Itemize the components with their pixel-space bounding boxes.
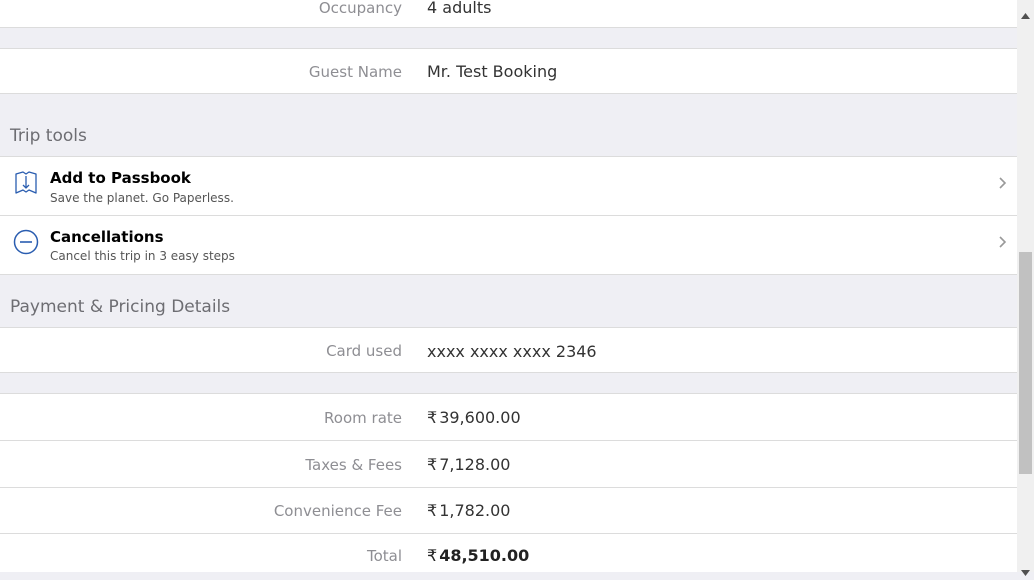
scroll-up-arrow-icon[interactable] (1021, 4, 1030, 19)
cancellations-title: Cancellations (50, 228, 164, 246)
add-to-passbook-row[interactable]: Add to Passbook Save the planet. Go Pape… (0, 156, 1017, 216)
vertical-scrollbar[interactable] (1017, 0, 1034, 576)
pricing-row-taxes: Taxes & Fees ₹7,128.00 (0, 441, 1017, 488)
room-rate-value: ₹39,600.00 (427, 408, 521, 427)
minus-circle-icon (13, 229, 39, 255)
total-value: ₹48,510.00 (427, 546, 529, 565)
convenience-fee-amount: 1,782.00 (439, 501, 511, 520)
pricing-row-room-rate: Room rate ₹39,600.00 (0, 393, 1017, 441)
occupancy-label: Occupancy (318, 0, 402, 17)
total-label: Total (366, 547, 402, 565)
occupancy-row: Occupancy 4 adults (0, 0, 1017, 28)
cancellations-subtitle: Cancel this trip in 3 easy steps (50, 249, 235, 263)
payment-heading: Payment & Pricing Details (10, 297, 231, 317)
card-used-row: Card used xxxx xxxx xxxx 2346 (0, 327, 1017, 373)
chevron-right-icon (997, 175, 1009, 189)
total-amount: 48,510.00 (439, 546, 530, 565)
taxes-label: Taxes & Fees (305, 456, 402, 474)
scroll-down-arrow-icon[interactable] (1021, 561, 1030, 576)
taxes-value: ₹7,128.00 (427, 455, 510, 474)
occupancy-value: 4 adults (427, 0, 492, 17)
convenience-fee-value: ₹1,782.00 (427, 501, 510, 520)
pricing-row-convenience: Convenience Fee ₹1,782.00 (0, 488, 1017, 534)
guest-name-row: Guest Name Mr. Test Booking (0, 48, 1017, 94)
passbook-icon (13, 170, 39, 196)
card-used-label: Card used (326, 342, 402, 360)
pricing-row-total: Total ₹48,510.00 (0, 534, 1017, 572)
trip-tools-heading: Trip tools (10, 126, 87, 146)
taxes-amount: 7,128.00 (439, 455, 511, 474)
room-rate-amount: 39,600.00 (439, 408, 521, 427)
rupee-symbol: ₹ (427, 501, 438, 520)
passbook-title: Add to Passbook (50, 169, 191, 187)
guest-name-value: Mr. Test Booking (427, 62, 558, 81)
chevron-right-icon (997, 234, 1009, 248)
trip-details-page: Occupancy 4 adults Guest Name Mr. Test B… (0, 0, 1017, 572)
rupee-symbol: ₹ (427, 455, 438, 474)
room-rate-label: Room rate (324, 409, 402, 427)
scrollbar-thumb[interactable] (1019, 252, 1032, 474)
rupee-symbol: ₹ (427, 408, 438, 427)
guest-name-label: Guest Name (308, 63, 402, 81)
passbook-subtitle: Save the planet. Go Paperless. (50, 191, 234, 205)
card-used-value: xxxx xxxx xxxx 2346 (427, 342, 597, 361)
convenience-fee-label: Convenience Fee (273, 502, 402, 520)
cancellations-row[interactable]: Cancellations Cancel this trip in 3 easy… (0, 216, 1017, 275)
rupee-symbol: ₹ (427, 546, 438, 565)
